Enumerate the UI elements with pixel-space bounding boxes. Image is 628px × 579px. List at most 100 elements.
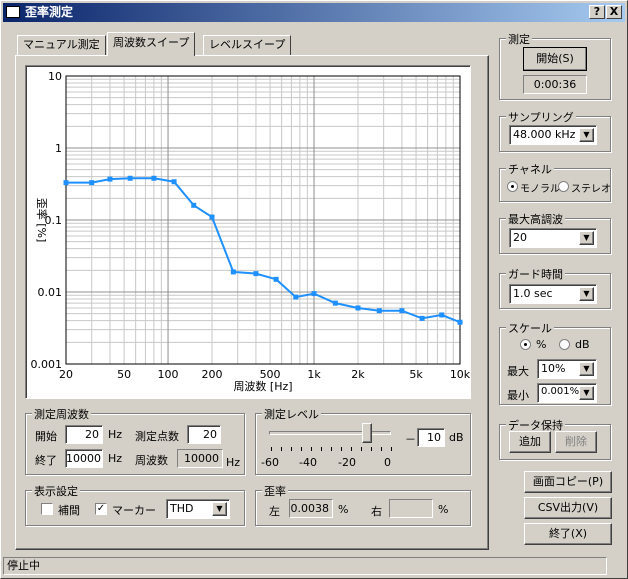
help-button[interactable]: ? [589,5,605,19]
x-axis-label: 周波数 [Hz] [233,380,292,393]
data-point [230,269,236,275]
tab-level-sweep[interactable]: レベルスイープ [203,35,292,55]
end-freq-input[interactable]: 10000 [65,449,103,468]
tab-frequency-sweep[interactable]: 周波数スイープ [107,32,196,56]
guard-group-label: ガード時間 [506,266,565,282]
display-group-label: 表示設定 [32,483,80,499]
chevron-down-icon[interactable]: ▼ [579,386,594,400]
main-window: 歪率測定 ? X マニュアル測定 周波数スイープ レベルスイープ 20 50 100… [0,0,628,579]
add-button[interactable]: 追加 [509,431,551,453]
distortion-chart: 20 50 100 200 500 1k 2k 5k 10k1010.10.010.001周波数… [31,70,471,393]
data-point [293,294,299,300]
y-tick-label: 1 [55,142,62,155]
interp-checkbox[interactable] [41,503,53,515]
chevron-down-icon[interactable]: ▼ [579,362,594,376]
scale-pct-radio[interactable] [520,339,531,350]
start-label: 開始 [35,430,57,443]
slider-tick-mark [331,447,332,451]
scale-min-select[interactable]: 0.001% ▼ [537,383,597,403]
mono-label: モノラル [520,184,560,195]
chart-area: 20 50 100 200 500 1k 2k 5k 10k 10 1 0.1 0.01 0.001 周波数… [25,65,471,399]
marker-checkbox[interactable]: ✓ [95,503,107,515]
chevron-down-icon[interactable]: ▼ [579,128,594,142]
mono-radio[interactable] [507,181,518,192]
distortion-group-label: 歪率 [262,483,288,499]
chevron-down-icon[interactable]: ▼ [212,502,227,516]
freq-unit: Hz [226,456,241,469]
start-freq-input[interactable]: 20 [65,425,103,444]
scale-group-label: スケール [506,320,554,336]
series-line [66,177,461,324]
y-tick-label: 0.01 [38,286,63,299]
left-ch-label: 左 [269,505,280,518]
scale-max-label: 最大 [507,365,529,378]
app-icon [6,6,20,18]
start-unit: Hz [108,428,123,441]
x-tick-label: 10k [450,368,470,381]
level-group-label: 測定レベル [262,406,321,422]
slider-tick-mark [361,447,362,451]
elapsed-time: 0:00:36 [523,75,587,94]
data-point [89,180,95,186]
data-point [355,305,361,311]
slider-tick-mark [311,447,312,451]
slider-tick-mark [371,447,372,451]
data-point [439,312,445,318]
data-point [332,300,338,306]
status-bar: 停止中 [3,557,607,575]
sweep-group-label: 測定周波数 [32,406,91,422]
chevron-down-icon[interactable]: ▼ [579,231,594,245]
scale-max-select[interactable]: 10% ▼ [537,359,597,379]
slider-tick-mark [341,447,342,451]
slider-tick-mark [291,447,292,451]
start-button[interactable]: 開始(S) [523,47,587,71]
display-mode-select[interactable]: THD ▼ [166,499,230,519]
data-point [419,315,425,321]
slider-tick-mark [351,447,352,451]
data-point [273,276,279,282]
resize-grip[interactable] [609,557,625,575]
scale-db-radio[interactable] [559,339,570,350]
level-unit: dB [449,431,464,444]
scale-min-value: 0.001% [541,386,580,397]
sampling-select[interactable]: 48.000 kHz ▼ [509,125,597,145]
stereo-label: ステレオ [571,184,611,195]
data-point [107,176,113,182]
stereo-radio[interactable] [558,181,569,192]
level-slider-thumb[interactable] [361,423,372,443]
harmonic-group-label: 最大高調波 [506,211,565,227]
sampling-value: 48.000 kHz [513,128,576,141]
close-button[interactable]: X [606,5,622,19]
slider-tick-mark [321,447,322,451]
left-distortion-readout: 0.0038 [289,499,333,518]
exit-button[interactable]: 終了(X) [524,523,612,545]
x-tick-label: 200 [201,368,222,381]
points-input[interactable]: 20 [187,425,221,444]
delete-button[interactable]: 削除 [555,431,597,453]
slider-ticks [271,447,392,451]
tab-manual[interactable]: マニュアル測定 [17,35,106,55]
display-mode-value: THD [170,502,194,515]
marker-label: マーカー [112,504,156,517]
data-point [399,308,405,314]
data-point [171,179,177,185]
csv-export-button[interactable]: CSV出力(V) [524,497,612,519]
right-unit: % [438,503,449,516]
measure-group-label: 測定 [506,31,532,47]
data-point [376,308,382,314]
guard-select[interactable]: 1.0 sec ▼ [509,284,597,304]
slider-tick-mark [391,447,392,451]
slider-tick-mark [381,447,382,451]
scale-pct-label: % [536,338,547,351]
points-label: 測定点数 [135,430,179,443]
level-slider-track[interactable] [269,431,391,435]
right-distortion-readout [389,499,433,518]
chevron-down-icon[interactable]: ▼ [579,287,594,301]
level-input[interactable]: 10 [417,428,445,447]
harmonic-select[interactable]: 20 ▼ [509,228,597,248]
guard-value: 1.0 sec [513,287,553,300]
data-point [457,319,463,325]
scale-db-label: dB [575,338,590,351]
copy-screen-button[interactable]: 画面コピー(P) [524,471,612,493]
interp-label: 補間 [58,504,80,517]
